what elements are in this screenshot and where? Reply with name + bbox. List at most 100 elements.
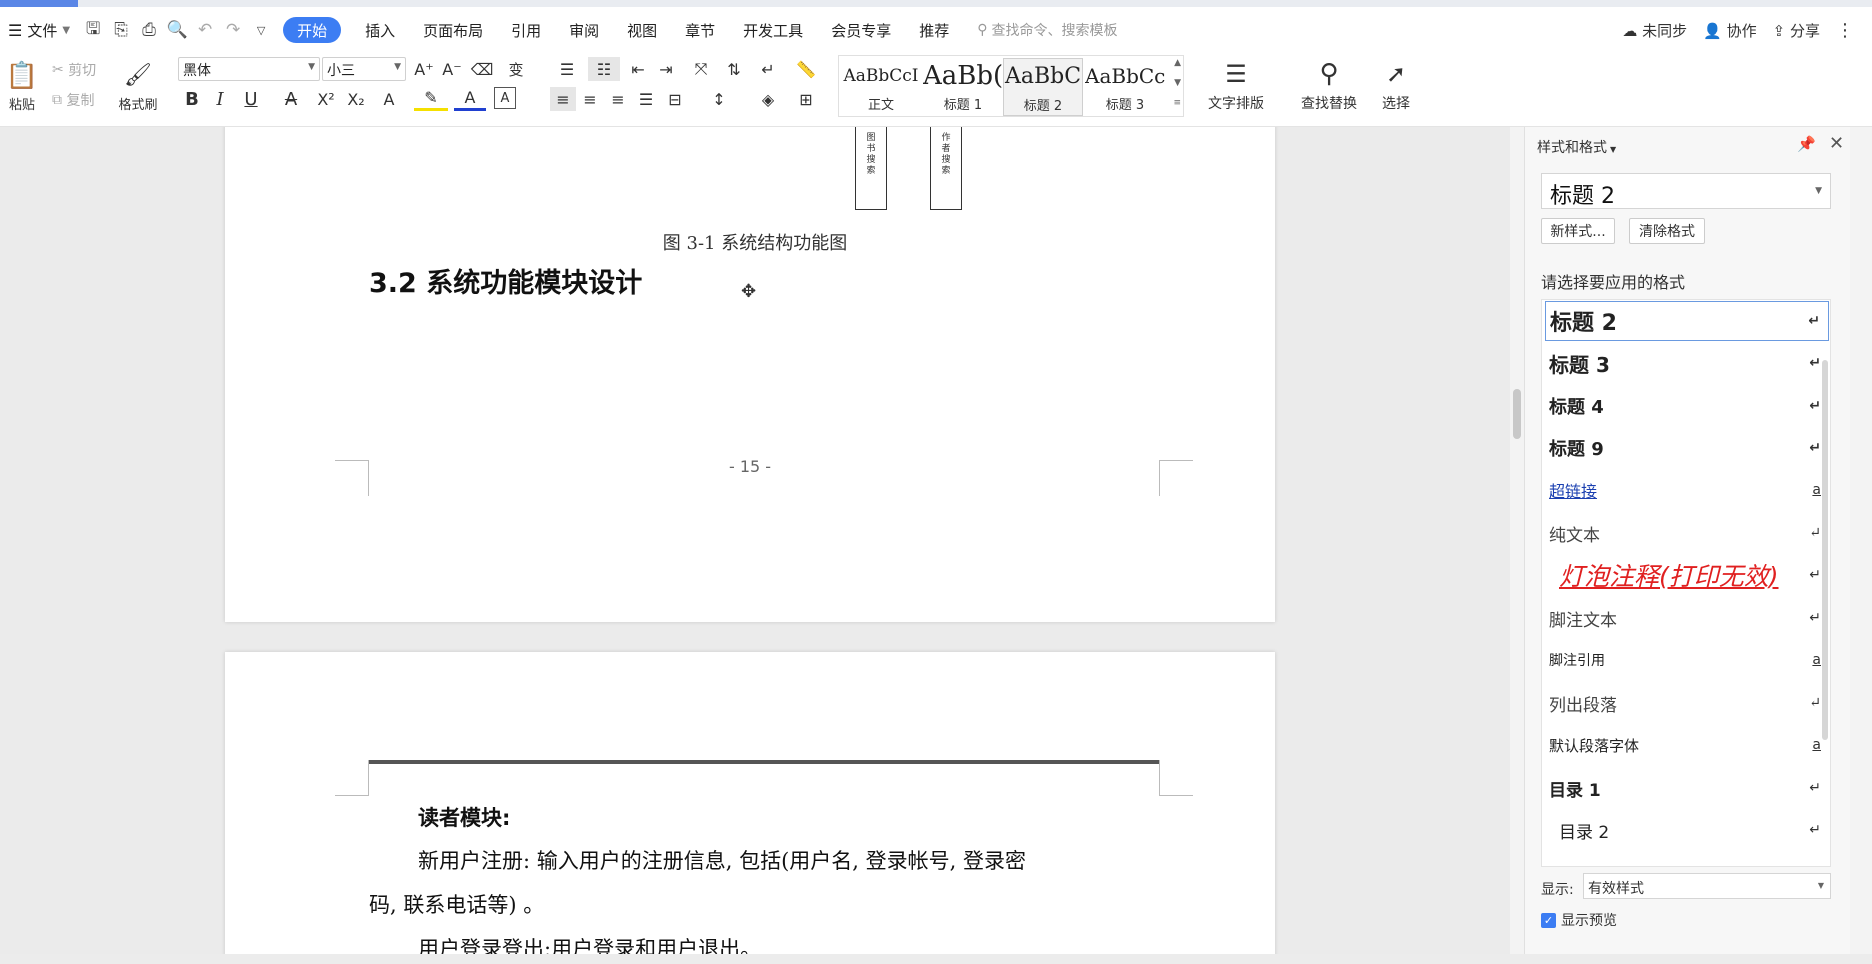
- justify-icon[interactable]: ☰: [634, 87, 658, 111]
- style-item-default-font[interactable]: 默认段落字体 a: [1545, 725, 1829, 765]
- style-item-plain-text[interactable]: 纯文本 ↵: [1545, 513, 1829, 553]
- style-item-bulb-note[interactable]: 灯泡注释(打印无效) ↵: [1545, 555, 1829, 595]
- redo-icon[interactable]: ↷: [222, 19, 244, 41]
- style-item-footnote-text[interactable]: 脚注文本 ↵: [1545, 598, 1829, 638]
- tab-view[interactable]: 视图: [613, 16, 671, 44]
- increase-indent-icon[interactable]: ⇥: [654, 57, 678, 81]
- tab-member[interactable]: 会员专享: [817, 16, 905, 44]
- italic-icon[interactable]: I: [208, 87, 232, 111]
- print-preview-icon[interactable]: 🔍: [166, 19, 188, 41]
- current-style-select[interactable]: 标题 2 ▼: [1541, 173, 1831, 209]
- print-icon[interactable]: ⎙: [138, 19, 160, 41]
- style-item-heading-2[interactable]: 标题 2 ↵: [1545, 301, 1829, 341]
- cut-button[interactable]: ✂ 剪切: [52, 59, 96, 81]
- sync-button[interactable]: ☁ 未同步: [1622, 20, 1687, 41]
- text-layout-button[interactable]: ☰ 文字排版: [1196, 55, 1276, 117]
- select-button[interactable]: ➚ 选择: [1370, 55, 1422, 117]
- sort-icon[interactable]: ⇅: [722, 57, 746, 81]
- show-preview-checkbox[interactable]: ✓ 显示预览: [1541, 910, 1617, 930]
- scroll-thumb[interactable]: [1513, 389, 1521, 439]
- collab-button[interactable]: 👤 协作: [1703, 20, 1756, 41]
- tab-recommend[interactable]: 推荐: [905, 16, 963, 44]
- style-normal[interactable]: AaBbCcI 正文: [841, 58, 921, 116]
- save-icon[interactable]: 🖫: [82, 19, 104, 41]
- strikethrough-icon[interactable]: A: [276, 87, 306, 111]
- distribute-icon[interactable]: ⊟: [662, 87, 688, 111]
- font-color-icon[interactable]: A: [454, 87, 486, 111]
- font-name-select[interactable]: 黑体 ▼: [178, 57, 320, 81]
- gallery-expand-icon[interactable]: ≡: [1173, 98, 1181, 108]
- paragraph-register-cont: 码, 联系电话等) 。: [369, 893, 545, 917]
- tab-page-layout[interactable]: 页面布局: [409, 16, 497, 44]
- document-area[interactable]: 图书搜索 作者搜索 图 3-1 系统结构功能图 3.2 系统功能模块设计 ✥ -…: [0, 127, 1510, 964]
- style-item-footnote-ref[interactable]: 脚注引用 a: [1545, 640, 1829, 680]
- new-style-button[interactable]: 新样式...: [1541, 218, 1615, 244]
- line-spacing-icon[interactable]: ↕: [702, 87, 736, 111]
- style-item-toc-2[interactable]: 目录 2 ↵: [1545, 810, 1829, 850]
- gallery-scroll-up-icon[interactable]: ▲: [1174, 58, 1181, 68]
- style-heading-2[interactable]: AaBbC 标题 2: [1003, 58, 1083, 116]
- panel-title[interactable]: 样式和格式 ▼: [1537, 137, 1616, 157]
- share-button[interactable]: ⇪ 分享: [1773, 20, 1820, 41]
- style-item-heading-3[interactable]: 标题 3 ↵: [1545, 343, 1829, 383]
- align-right-icon[interactable]: ≡: [606, 87, 630, 111]
- chevron-down-icon: ▼: [1815, 186, 1822, 196]
- export-pdf-icon[interactable]: ⎘: [110, 19, 132, 41]
- decrease-indent-icon[interactable]: ⇤: [626, 57, 650, 81]
- text-direction-icon[interactable]: ⤧: [684, 57, 718, 81]
- tab-insert[interactable]: 插入: [351, 16, 409, 44]
- phonetic-icon[interactable]: 变: [500, 57, 532, 81]
- header-rule: [369, 760, 1159, 764]
- copy-button[interactable]: ⧉ 复制: [52, 89, 94, 111]
- show-filter-select[interactable]: 有效样式 ▼: [1583, 873, 1831, 899]
- subscript-icon[interactable]: X₂: [344, 87, 368, 111]
- align-left-icon[interactable]: ≡: [550, 87, 576, 111]
- command-search[interactable]: ⚲ 查找命令、搜索模板: [977, 20, 1117, 40]
- underline-icon[interactable]: U: [236, 87, 266, 111]
- find-replace-button[interactable]: ⚲ 查找替换: [1290, 55, 1368, 117]
- document-scrollbar[interactable]: [1510, 127, 1524, 964]
- paragraph-mark-icon[interactable]: ↵: [752, 57, 784, 81]
- file-menu[interactable]: ☰ 文件 ▼: [0, 16, 79, 44]
- borders-icon[interactable]: ⊞: [790, 87, 822, 111]
- tab-review[interactable]: 审阅: [555, 16, 613, 44]
- undo-icon[interactable]: ↶: [194, 19, 216, 41]
- paste-button[interactable]: 📋 粘贴: [0, 57, 44, 117]
- tab-home[interactable]: 开始: [283, 17, 342, 43]
- highlight-icon[interactable]: ✎: [414, 87, 448, 111]
- char-border-icon[interactable]: A: [494, 87, 516, 109]
- clear-format-icon[interactable]: ⌫: [470, 57, 494, 81]
- close-icon[interactable]: ✕: [1829, 133, 1844, 154]
- bold-icon[interactable]: B: [180, 87, 204, 111]
- numbered-list-icon[interactable]: ☷: [588, 57, 620, 81]
- gallery-scroll-down-icon[interactable]: ▼: [1174, 78, 1181, 88]
- style-item-hyperlink[interactable]: 超链接 a: [1545, 470, 1829, 510]
- text-effect-icon[interactable]: A: [374, 87, 404, 111]
- style-heading-1[interactable]: AaBb( 标题 1: [923, 58, 1003, 116]
- tab-developer[interactable]: 开发工具: [729, 16, 817, 44]
- styles-gallery: AaBbCcI 正文 AaBb( 标题 1 AaBbC 标题 2 AaBbCc …: [838, 55, 1184, 117]
- style-item-heading-9[interactable]: 标题 9 ↵: [1545, 428, 1829, 468]
- shading-icon[interactable]: ◈: [752, 87, 784, 111]
- style-item-list-paragraph[interactable]: 列出段落 ↵: [1545, 683, 1829, 723]
- ruler-icon[interactable]: 📏: [794, 57, 818, 81]
- tab-chapter[interactable]: 章节: [671, 16, 729, 44]
- pin-icon[interactable]: 📌: [1797, 135, 1816, 153]
- shrink-font-icon[interactable]: A⁻: [440, 57, 464, 81]
- customize-toolbar-icon[interactable]: ▽: [250, 19, 272, 41]
- font-size-select[interactable]: 小三 ▼: [322, 57, 406, 81]
- clear-format-button[interactable]: 清除格式: [1629, 218, 1705, 244]
- grow-font-icon[interactable]: A⁺: [412, 57, 436, 81]
- header-margin-mark-right: [1159, 760, 1193, 796]
- style-list-scrollbar[interactable]: [1822, 360, 1828, 740]
- superscript-icon[interactable]: X²: [314, 87, 338, 111]
- tab-references[interactable]: 引用: [497, 16, 555, 44]
- style-heading-3[interactable]: AaBbCc 标题 3: [1085, 58, 1165, 116]
- bullet-list-icon[interactable]: ☰: [552, 57, 582, 81]
- search-icon: ⚲: [977, 22, 988, 38]
- style-item-heading-4[interactable]: 标题 4 ↵: [1545, 386, 1829, 426]
- format-painter-button[interactable]: 🖌 格式刷: [112, 57, 164, 117]
- align-center-icon[interactable]: ≡: [578, 87, 602, 111]
- more-icon[interactable]: ⋮: [1836, 20, 1854, 41]
- style-item-toc-1[interactable]: 目录 1 ↵: [1545, 768, 1829, 808]
